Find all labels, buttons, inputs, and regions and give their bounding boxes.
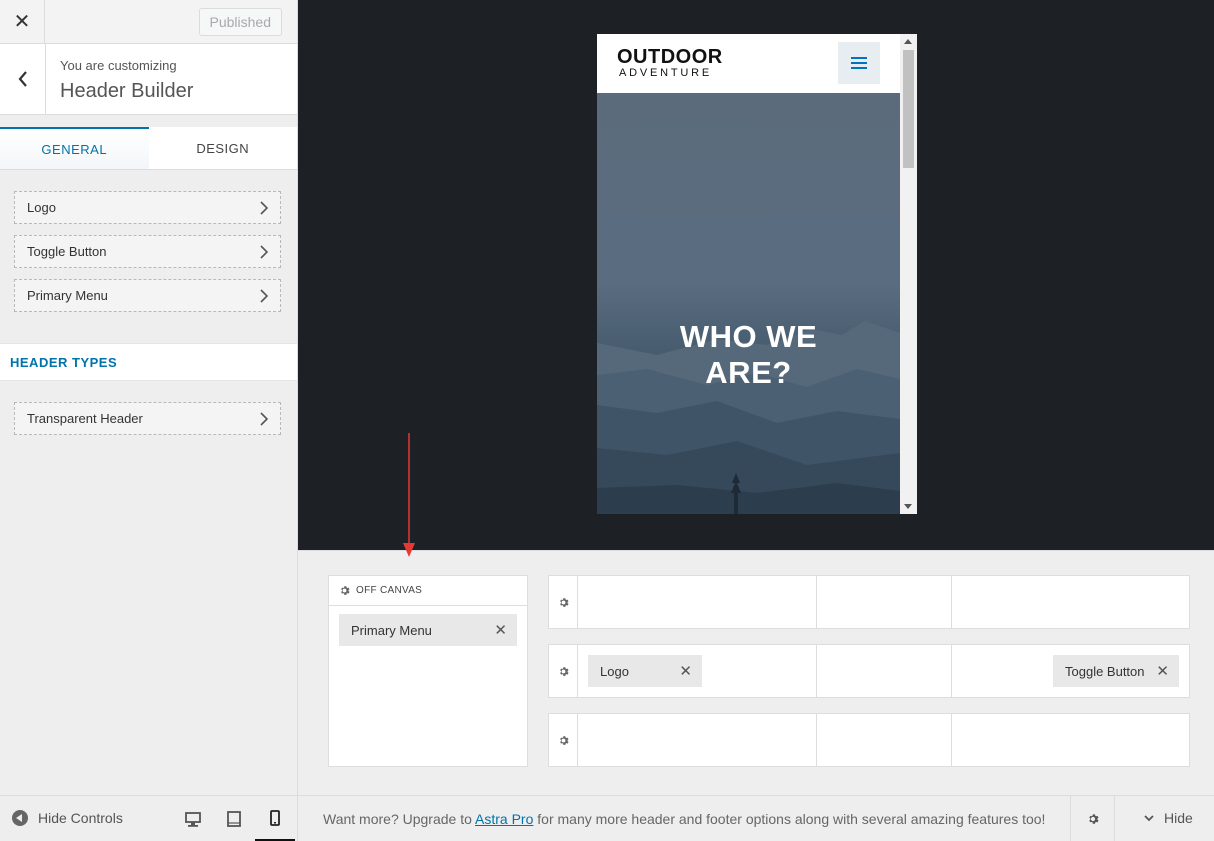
off-canvas-area: OFF CANVAS Primary Menu ✕: [328, 575, 528, 767]
hero-section: WHO WE ARE?: [597, 93, 900, 514]
row-zone-divider: [951, 576, 952, 628]
builder-footer: Want more? Upgrade to Astra Pro for many…: [298, 795, 1214, 841]
panel-tabs: GENERAL DESIGN: [0, 127, 297, 170]
chevron-right-icon: [260, 289, 268, 303]
builder-row-above-header: [548, 575, 1190, 629]
remove-icon[interactable]: ✕: [679, 662, 692, 680]
row-zone-divider: [951, 645, 952, 697]
control-item-transparent-header[interactable]: Transparent Header: [14, 402, 281, 435]
row-zone-divider: [816, 645, 817, 697]
astra-pro-link[interactable]: Astra Pro: [475, 811, 533, 827]
control-item-label: Transparent Header: [27, 411, 143, 426]
builder-row-below-header: [548, 713, 1190, 767]
tablet-icon: [227, 811, 241, 827]
close-icon: ✕: [13, 11, 31, 33]
site-logo-title[interactable]: OUTDOOR: [617, 46, 723, 69]
customizing-label: You are customizing: [60, 58, 177, 73]
customizer-topbar: ✕ Published: [0, 0, 297, 44]
customizer-footer: Hide Controls: [0, 795, 298, 841]
menu-toggle-button[interactable]: [838, 42, 880, 84]
customizer-sidebar: ✕ Published You are customizing Header B…: [0, 0, 298, 795]
scroll-down-arrow-icon[interactable]: [904, 504, 912, 509]
hamburger-icon: [851, 57, 867, 69]
customize-info: You are customizing Header Builder: [0, 44, 297, 115]
device-desktop-button[interactable]: [173, 796, 213, 841]
row-settings-button[interactable]: [549, 645, 578, 697]
chip-label: Primary Menu: [351, 622, 432, 638]
mobile-icon: [270, 809, 280, 826]
gear-icon: [1088, 814, 1099, 824]
site-preview: OUTDOOR ADVENTURE WHO WE ARE?: [298, 0, 1214, 550]
chevron-left-icon: [18, 71, 27, 87]
mountain-background-image: [597, 321, 900, 514]
builder-chip-toggle-button[interactable]: Toggle Button ✕: [1053, 655, 1179, 687]
chevron-right-icon: [260, 245, 268, 259]
builder-chip-logo[interactable]: Logo ✕: [588, 655, 702, 687]
row-zone-divider: [951, 714, 952, 766]
upsell-notice: Want more? Upgrade to Astra Pro for many…: [323, 811, 1045, 827]
chip-label: Logo: [600, 663, 629, 679]
upsell-prefix: Want more? Upgrade to: [323, 811, 476, 827]
back-button[interactable]: [0, 44, 46, 114]
publish-button[interactable]: Published: [198, 8, 282, 36]
control-item-toggle-button[interactable]: Toggle Button: [14, 235, 281, 268]
header-builder-panel: OFF CANVAS Primary Menu ✕ Logo ✕ Toggle …: [298, 550, 1214, 795]
gear-icon[interactable]: [339, 585, 350, 596]
hero-title-line: WHO WE: [679, 319, 818, 354]
hide-builder-button[interactable]: Hide: [1144, 810, 1193, 826]
builder-chip-primary-menu[interactable]: Primary Menu ✕: [339, 614, 517, 646]
chevron-right-icon: [260, 412, 268, 426]
control-item-primary-menu[interactable]: Primary Menu: [14, 279, 281, 312]
row-zone-divider: [816, 714, 817, 766]
hide-controls-label: Hide Controls: [38, 810, 123, 826]
site-header: OUTDOOR ADVENTURE: [597, 34, 900, 93]
control-item-label: Logo: [27, 200, 56, 215]
section-title: Header Builder: [60, 80, 194, 102]
mobile-preview-frame: OUTDOOR ADVENTURE WHO WE ARE?: [597, 34, 917, 514]
row-settings-button[interactable]: [549, 714, 578, 766]
hide-builder-label: Hide: [1164, 810, 1193, 826]
gear-icon: [559, 666, 569, 676]
close-customizer-button[interactable]: ✕: [0, 0, 45, 43]
control-item-logo[interactable]: Logo: [14, 191, 281, 224]
annotation-arrow-icon: [403, 433, 415, 557]
chevron-right-icon: [260, 201, 268, 215]
chip-label: Toggle Button: [1065, 663, 1145, 679]
device-tablet-button[interactable]: [214, 796, 254, 841]
hero-title: WHO WE ARE?: [597, 319, 900, 391]
control-item-label: Toggle Button: [27, 244, 107, 259]
remove-icon[interactable]: ✕: [1156, 662, 1169, 680]
upsell-suffix: for many more header and footer options …: [533, 811, 1046, 827]
tab-design[interactable]: DESIGN: [148, 127, 297, 169]
remove-icon[interactable]: ✕: [494, 621, 507, 639]
gear-icon: [559, 597, 569, 607]
chevron-down-icon: [1144, 814, 1154, 821]
row-settings-button[interactable]: [549, 576, 578, 628]
hide-controls-button[interactable]: Hide Controls: [12, 810, 123, 826]
device-mobile-button[interactable]: [255, 796, 295, 841]
off-canvas-header[interactable]: OFF CANVAS: [329, 576, 527, 606]
builder-row-primary-header: Logo ✕ Toggle Button ✕: [548, 644, 1190, 698]
builder-settings-button[interactable]: [1070, 796, 1115, 841]
header-types-heading: HEADER TYPES: [0, 343, 297, 381]
scrollbar-thumb[interactable]: [903, 50, 914, 168]
gear-icon: [559, 735, 569, 745]
preview-scrollbar[interactable]: [900, 34, 917, 514]
hero-title-line: ARE?: [705, 355, 792, 390]
off-canvas-label: OFF CANVAS: [356, 585, 423, 596]
control-item-label: Primary Menu: [27, 288, 108, 303]
collapse-icon: [12, 810, 28, 826]
desktop-icon: [185, 811, 201, 827]
row-zone-divider: [816, 576, 817, 628]
site-logo-subtitle[interactable]: ADVENTURE: [619, 67, 712, 79]
scroll-up-arrow-icon[interactable]: [904, 39, 912, 44]
tab-general[interactable]: GENERAL: [0, 127, 149, 169]
